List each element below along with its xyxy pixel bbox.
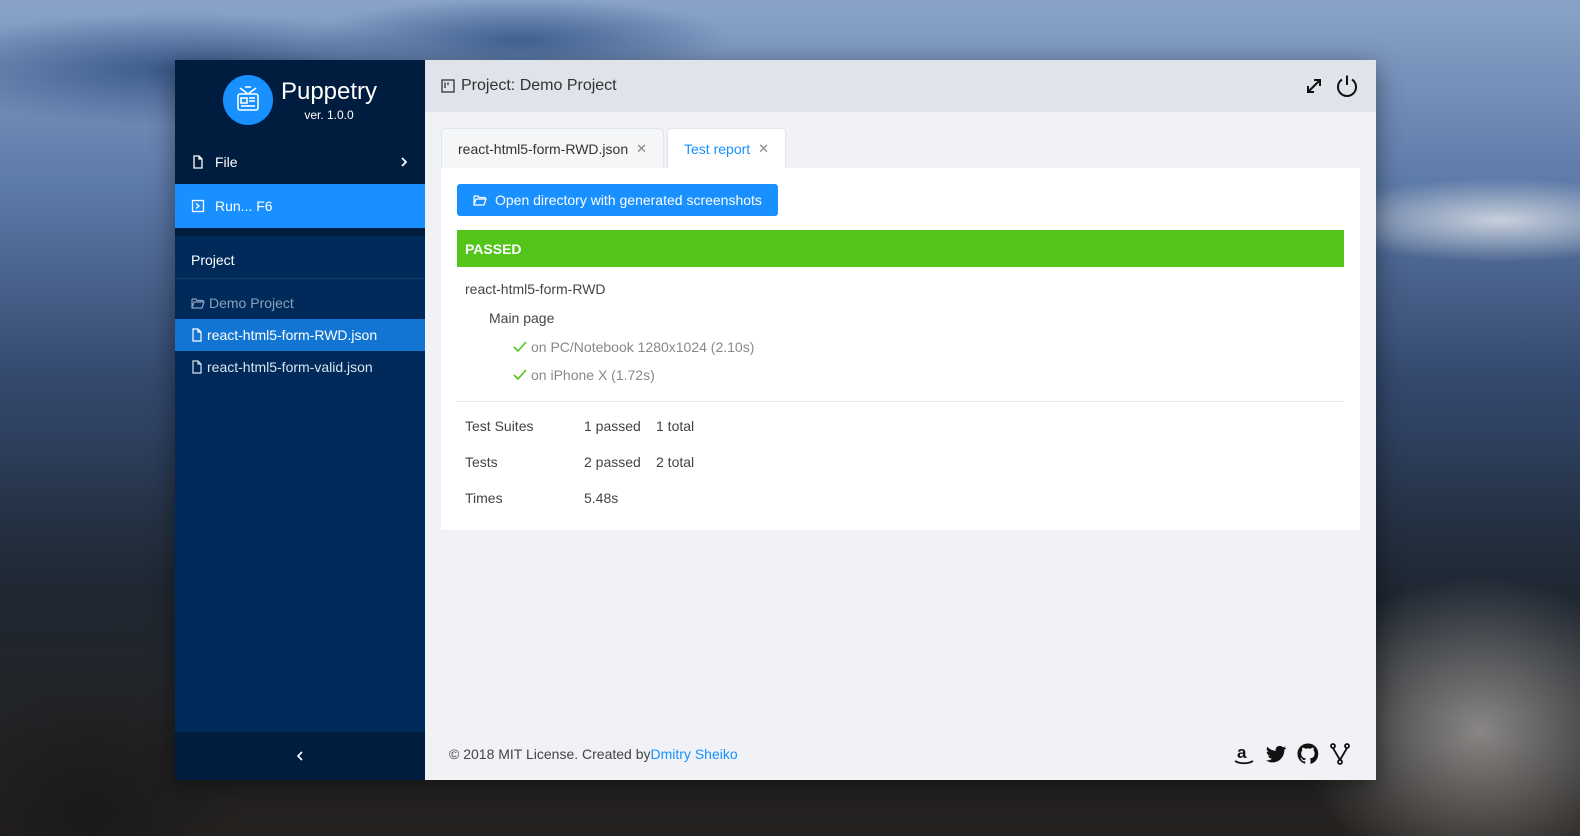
content: react-html5-form-RWD.json ✕ Test report … (425, 112, 1376, 530)
author-link[interactable]: Dmitry Sheiko (651, 746, 738, 762)
test-case: on PC/Notebook 1280x1024 (2.10s) (465, 333, 1336, 361)
app-window: Puppetry ver. 1.0.0 File Run... F6 Proje… (175, 60, 1376, 780)
stat-total: 1 total (656, 418, 695, 434)
chevron-left-icon (296, 751, 303, 761)
project-heading: Project (175, 241, 425, 279)
stat-passed: 1 passed (584, 418, 641, 434)
footer: © 2018 MIT License. Created by Dmitry Sh… (425, 728, 1376, 780)
folder-open-icon (191, 298, 205, 309)
main-area: Project: Demo Project react-html5-form-R… (425, 60, 1376, 780)
stat-total: 2 total (656, 454, 695, 470)
report-panel: Open directory with generated screenshot… (441, 168, 1360, 530)
close-icon[interactable]: ✕ (758, 141, 769, 157)
tab-label: Test report (684, 140, 751, 157)
project-icon (441, 79, 455, 93)
file-icon (193, 155, 203, 169)
folder-open-icon (473, 195, 487, 206)
logo: Puppetry ver. 1.0.0 (175, 60, 425, 140)
menu-file-label: File (215, 154, 238, 170)
menu-run[interactable]: Run... F6 (175, 184, 425, 228)
tree-item-label: Demo Project (209, 295, 294, 311)
fork-icon[interactable] (1328, 742, 1352, 766)
twitter-icon[interactable] (1264, 742, 1288, 766)
suite-tree: react-html5-form-RWD Main page on PC/Not… (457, 267, 1344, 389)
status-banner: PASSED (457, 230, 1344, 267)
collapse-sidebar-button[interactable] (175, 732, 425, 780)
tree-item-rwd[interactable]: react-html5-form-RWD.json (175, 319, 425, 351)
tab-label: react-html5-form-RWD.json (458, 140, 629, 157)
tree-item-label: react-html5-form-valid.json (207, 359, 373, 375)
github-icon[interactable] (1296, 742, 1320, 766)
expand-icon[interactable] (1304, 76, 1324, 96)
check-icon (513, 341, 527, 353)
svg-text:a: a (1237, 743, 1247, 762)
test-case-label: on iPhone X (1.72s) (531, 367, 655, 383)
stat-passed: 2 passed (584, 454, 641, 470)
menu-run-label: Run... F6 (215, 198, 273, 214)
summary-stats: Test Suites 1 passed 1 total Tests 2 pas… (457, 402, 1344, 516)
check-icon (513, 369, 527, 381)
puppetry-logo-icon (222, 75, 273, 125)
file-icon (192, 360, 202, 374)
tab-rwd-json[interactable]: react-html5-form-RWD.json ✕ (441, 128, 665, 168)
stat-label: Tests (465, 454, 498, 470)
footer-text: © 2018 MIT License. Created by (449, 746, 651, 762)
suite-name: react-html5-form-RWD (465, 281, 606, 297)
menu-file[interactable]: File (175, 140, 425, 184)
page-title: Project: Demo Project (461, 77, 617, 94)
project-tree: Demo Project react-html5-form-RWD.json r… (175, 279, 425, 383)
run-icon (191, 199, 205, 213)
close-icon[interactable]: ✕ (636, 141, 647, 157)
tree-item-demo-project[interactable]: Demo Project (175, 287, 425, 319)
power-icon[interactable] (1334, 73, 1360, 99)
stat-label: Test Suites (465, 418, 534, 434)
amazon-icon[interactable]: a (1232, 742, 1256, 766)
tree-item-valid[interactable]: react-html5-form-valid.json (175, 351, 425, 383)
test-case: on iPhone X (1.72s) (465, 361, 1336, 389)
app-version: ver. 1.0.0 (304, 108, 354, 122)
open-directory-label: Open directory with generated screenshot… (495, 192, 762, 208)
app-name: Puppetry (280, 78, 378, 105)
describe-name: Main page (489, 310, 555, 326)
test-case-label: on PC/Notebook 1280x1024 (2.10s) (531, 339, 755, 355)
chevron-right-icon (401, 157, 408, 167)
header: Project: Demo Project (425, 60, 1376, 112)
tree-item-label: react-html5-form-RWD.json (207, 327, 378, 343)
stat-label: Times (465, 490, 503, 506)
tab-test-report[interactable]: Test report ✕ (667, 128, 787, 168)
tab-bar: react-html5-form-RWD.json ✕ Test report … (441, 128, 1360, 168)
open-directory-button[interactable]: Open directory with generated screenshot… (457, 184, 778, 216)
stat-row: Times 5.48s (465, 480, 1336, 516)
stat-row: Tests 2 passed 2 total (465, 444, 1336, 480)
file-icon (192, 328, 202, 342)
stat-row: Test Suites 1 passed 1 total (465, 408, 1336, 444)
menu-divider (175, 228, 425, 236)
sidebar: Puppetry ver. 1.0.0 File Run... F6 Proje… (175, 60, 425, 780)
stat-time: 5.48s (584, 490, 619, 506)
